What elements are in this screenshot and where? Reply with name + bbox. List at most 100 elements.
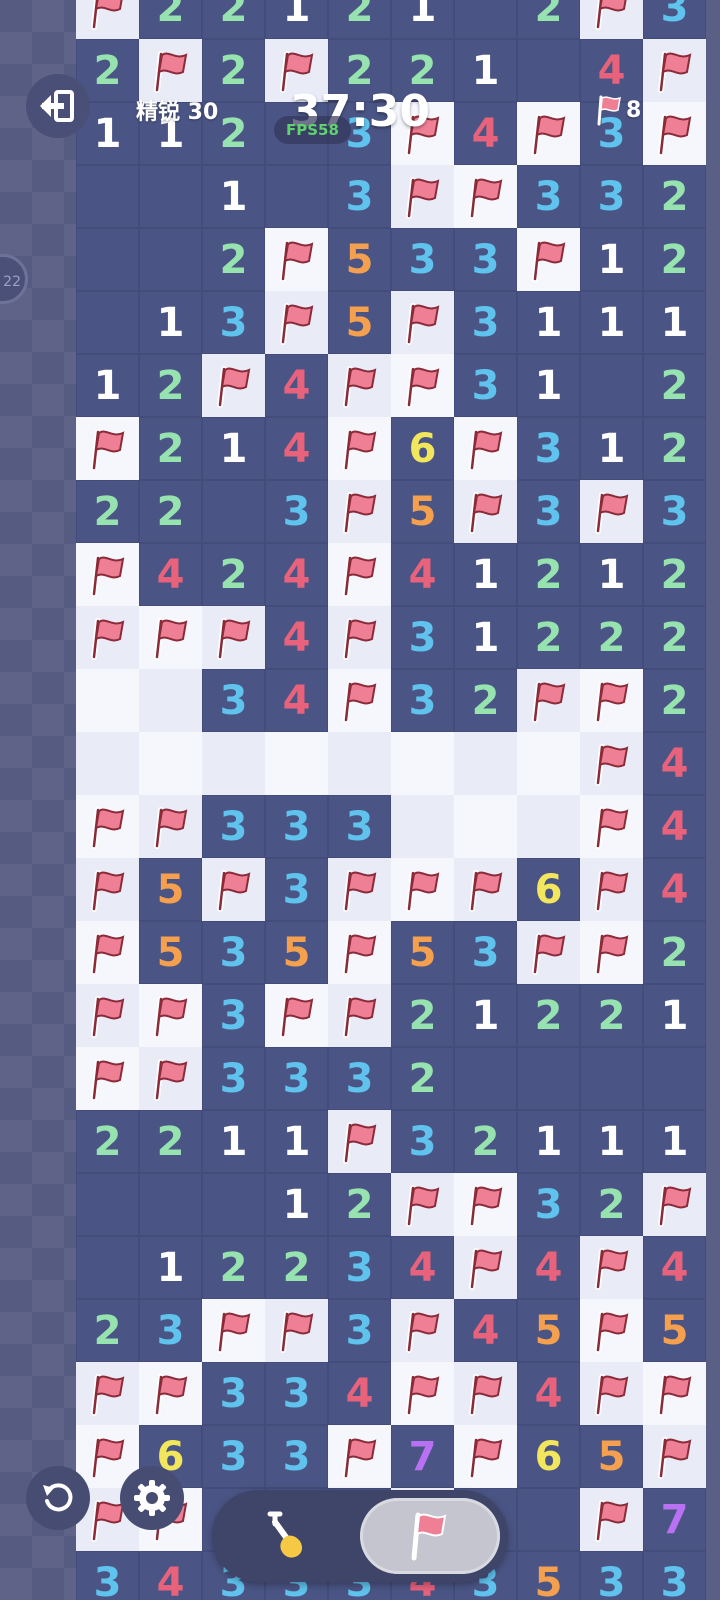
flagged-cell[interactable]	[391, 354, 454, 417]
number-cell[interactable]: 3	[328, 165, 391, 228]
flagged-cell[interactable]	[328, 354, 391, 417]
number-cell[interactable]: 2	[454, 1110, 517, 1173]
flagged-cell[interactable]	[454, 1236, 517, 1299]
number-cell[interactable]: 4	[139, 1551, 202, 1600]
dig-mode-button[interactable]	[248, 1504, 320, 1568]
number-cell[interactable]: 1	[391, 0, 454, 39]
number-cell[interactable]: 7	[643, 1488, 706, 1551]
flagged-cell[interactable]	[580, 795, 643, 858]
number-cell[interactable]: 2	[139, 1110, 202, 1173]
flagged-cell[interactable]	[454, 1362, 517, 1425]
number-cell[interactable]: 3	[202, 1047, 265, 1110]
number-cell[interactable]: 3	[202, 795, 265, 858]
number-cell[interactable]: 2	[643, 354, 706, 417]
number-cell[interactable]: 2	[643, 417, 706, 480]
number-cell[interactable]: 3	[265, 1047, 328, 1110]
flagged-cell[interactable]	[454, 480, 517, 543]
empty-cell[interactable]	[76, 1173, 139, 1236]
number-cell[interactable]: 5	[517, 1551, 580, 1600]
number-cell[interactable]: 1	[265, 0, 328, 39]
number-cell[interactable]: 3	[76, 1551, 139, 1600]
flagged-cell[interactable]	[328, 669, 391, 732]
flagged-cell[interactable]	[202, 354, 265, 417]
flagged-cell[interactable]	[580, 1362, 643, 1425]
number-cell[interactable]: 2	[202, 228, 265, 291]
hidden-cell[interactable]	[517, 732, 580, 795]
flagged-cell[interactable]	[265, 291, 328, 354]
number-cell[interactable]: 3	[643, 480, 706, 543]
number-cell[interactable]: 3	[139, 1299, 202, 1362]
number-cell[interactable]: 3	[643, 0, 706, 39]
flagged-cell[interactable]	[76, 1362, 139, 1425]
flagged-cell[interactable]	[76, 606, 139, 669]
hidden-cell[interactable]	[454, 795, 517, 858]
empty-cell[interactable]	[139, 228, 202, 291]
flagged-cell[interactable]	[454, 165, 517, 228]
flagged-cell[interactable]	[391, 1173, 454, 1236]
empty-cell[interactable]	[580, 354, 643, 417]
number-cell[interactable]: 4	[139, 543, 202, 606]
empty-cell[interactable]	[76, 165, 139, 228]
hidden-cell[interactable]	[139, 669, 202, 732]
number-cell[interactable]: 5	[139, 858, 202, 921]
number-cell[interactable]: 3	[391, 606, 454, 669]
number-cell[interactable]: 5	[643, 1299, 706, 1362]
number-cell[interactable]: 3	[643, 1551, 706, 1600]
flagged-cell[interactable]	[328, 858, 391, 921]
hidden-cell[interactable]	[265, 732, 328, 795]
flagged-cell[interactable]	[139, 795, 202, 858]
flagged-cell[interactable]	[580, 0, 643, 39]
flagged-cell[interactable]	[454, 1425, 517, 1488]
number-cell[interactable]: 2	[517, 606, 580, 669]
number-cell[interactable]: 4	[391, 543, 454, 606]
number-cell[interactable]: 3	[454, 921, 517, 984]
number-cell[interactable]: 2	[391, 984, 454, 1047]
number-cell[interactable]: 1	[265, 1110, 328, 1173]
flagged-cell[interactable]	[643, 1425, 706, 1488]
number-cell[interactable]: 2	[76, 1299, 139, 1362]
flagged-cell[interactable]	[265, 1299, 328, 1362]
hidden-cell[interactable]	[391, 795, 454, 858]
number-cell[interactable]: 1	[202, 1110, 265, 1173]
flagged-cell[interactable]	[139, 1047, 202, 1110]
number-cell[interactable]: 1	[139, 1236, 202, 1299]
number-cell[interactable]: 5	[391, 921, 454, 984]
number-cell[interactable]: 1	[580, 228, 643, 291]
number-cell[interactable]: 6	[517, 858, 580, 921]
number-cell[interactable]: 4	[517, 1362, 580, 1425]
flagged-cell[interactable]	[139, 1362, 202, 1425]
flag-mode-button[interactable]	[360, 1498, 500, 1574]
number-cell[interactable]: 1	[643, 291, 706, 354]
number-cell[interactable]: 3	[265, 795, 328, 858]
number-cell[interactable]: 2	[643, 543, 706, 606]
number-cell[interactable]: 1	[643, 1110, 706, 1173]
number-cell[interactable]: 2	[643, 606, 706, 669]
number-cell[interactable]: 5	[517, 1299, 580, 1362]
flagged-cell[interactable]	[517, 228, 580, 291]
number-cell[interactable]: 4	[643, 1236, 706, 1299]
number-cell[interactable]: 3	[328, 1236, 391, 1299]
number-cell[interactable]: 2	[580, 606, 643, 669]
number-cell[interactable]: 5	[328, 228, 391, 291]
flagged-cell[interactable]	[328, 480, 391, 543]
number-cell[interactable]: 4	[265, 417, 328, 480]
hidden-cell[interactable]	[328, 732, 391, 795]
flagged-cell[interactable]	[328, 1110, 391, 1173]
flagged-cell[interactable]	[580, 1299, 643, 1362]
number-cell[interactable]: 4	[517, 1236, 580, 1299]
empty-cell[interactable]	[454, 1047, 517, 1110]
number-cell[interactable]: 2	[391, 1047, 454, 1110]
number-cell[interactable]: 2	[139, 354, 202, 417]
flagged-cell[interactable]	[76, 1047, 139, 1110]
empty-cell[interactable]	[139, 165, 202, 228]
number-cell[interactable]: 4	[265, 606, 328, 669]
number-cell[interactable]: 1	[580, 543, 643, 606]
flagged-cell[interactable]	[454, 417, 517, 480]
number-cell[interactable]: 3	[454, 354, 517, 417]
number-cell[interactable]: 4	[265, 543, 328, 606]
number-cell[interactable]: 1	[580, 417, 643, 480]
number-cell[interactable]: 3	[265, 858, 328, 921]
empty-cell[interactable]	[517, 1047, 580, 1110]
number-cell[interactable]: 3	[202, 291, 265, 354]
number-cell[interactable]: 1	[265, 1173, 328, 1236]
